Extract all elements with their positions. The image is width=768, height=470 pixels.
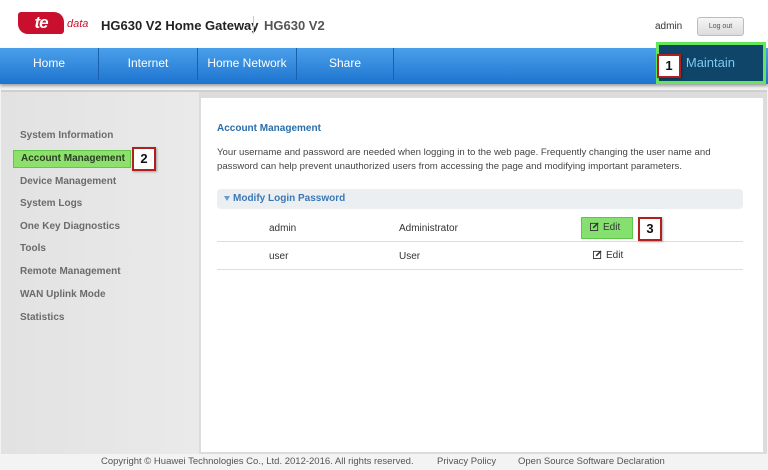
copyright-text: Copyright © Huawei Technologies Co., Ltd… xyxy=(101,456,414,467)
edit-label: Edit xyxy=(603,222,621,233)
page-body: System Information Account Management De… xyxy=(1,90,767,454)
title-divider xyxy=(253,16,254,34)
current-user: admin xyxy=(655,21,683,32)
logo-subtext: data xyxy=(67,18,89,30)
account-role: User xyxy=(399,251,421,262)
logout-button[interactable]: Log out xyxy=(697,17,744,36)
sidebar-item-statistics[interactable]: Statistics xyxy=(20,312,64,323)
edit-icon xyxy=(593,250,602,259)
nav-internet[interactable]: Internet xyxy=(99,48,198,80)
sidebar-item-one-key-diagnostics[interactable]: One Key Diagnostics xyxy=(20,221,120,232)
device-model: HG630 V2 xyxy=(264,18,325,33)
main-content: Account Management Your username and pas… xyxy=(201,98,763,452)
page-title: Account Management xyxy=(217,123,321,134)
callout-3: 3 xyxy=(638,217,662,241)
callout-2: 2 xyxy=(132,147,156,171)
sidebar-item-remote-management[interactable]: Remote Management xyxy=(20,266,121,277)
nav-home-network[interactable]: Home Network xyxy=(198,48,297,80)
main-nav: Home Internet Home Network Share Maintai… xyxy=(0,42,768,84)
sidebar-item-system-information[interactable]: System Information xyxy=(20,130,113,141)
modify-password-section[interactable]: Modify Login Password xyxy=(217,189,743,209)
section-title: Modify Login Password xyxy=(233,193,346,204)
sidebar-item-device-management[interactable]: Device Management xyxy=(20,176,116,187)
edit-label: Edit xyxy=(606,250,624,261)
nav-home[interactable]: Home xyxy=(0,48,99,80)
nav-share[interactable]: Share xyxy=(297,48,394,80)
page-description: Your username and password are needed wh… xyxy=(217,147,711,172)
logo-mark: te xyxy=(18,12,64,34)
chevron-down-icon xyxy=(224,196,230,201)
app-title: HG630 V2 Home Gateway xyxy=(101,18,259,33)
edit-user-button[interactable]: Edit xyxy=(585,246,635,266)
privacy-policy-link[interactable]: Privacy Policy xyxy=(437,456,496,467)
table-row: user User Edit xyxy=(217,243,743,270)
account-username: user xyxy=(269,251,289,262)
sidebar: System Information Account Management De… xyxy=(1,92,199,454)
footer: Copyright © Huawei Technologies Co., Ltd… xyxy=(0,454,768,470)
sidebar-item-account-management[interactable]: Account Management xyxy=(13,150,131,168)
sidebar-item-tools[interactable]: Tools xyxy=(20,243,46,254)
top-header: te data HG630 V2 Home Gateway HG630 V2 a… xyxy=(0,0,768,48)
sidebar-item-system-logs[interactable]: System Logs xyxy=(20,198,82,209)
oss-declaration-link[interactable]: Open Source Software Declaration xyxy=(518,456,665,467)
edit-icon xyxy=(590,222,599,231)
callout-1: 1 xyxy=(657,54,681,78)
brand-logo[interactable]: te data xyxy=(18,12,89,34)
account-username: admin xyxy=(269,223,297,234)
sidebar-item-wan-uplink-mode[interactable]: WAN Uplink Mode xyxy=(20,289,106,300)
account-role: Administrator xyxy=(399,223,458,234)
edit-admin-button[interactable]: Edit xyxy=(581,217,633,239)
table-row: admin Administrator Edit xyxy=(217,215,743,242)
